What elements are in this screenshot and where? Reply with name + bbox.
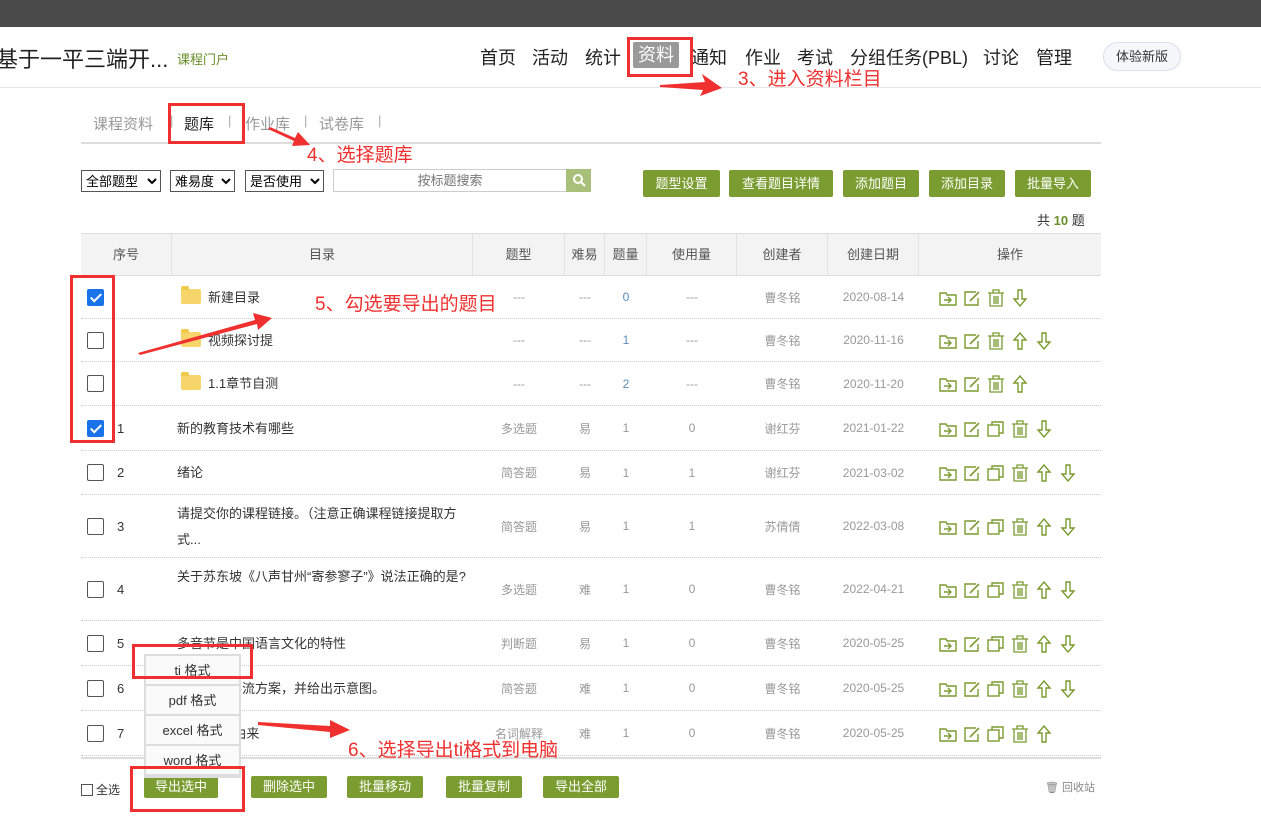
annotation-arrows — [138, 74, 722, 738]
